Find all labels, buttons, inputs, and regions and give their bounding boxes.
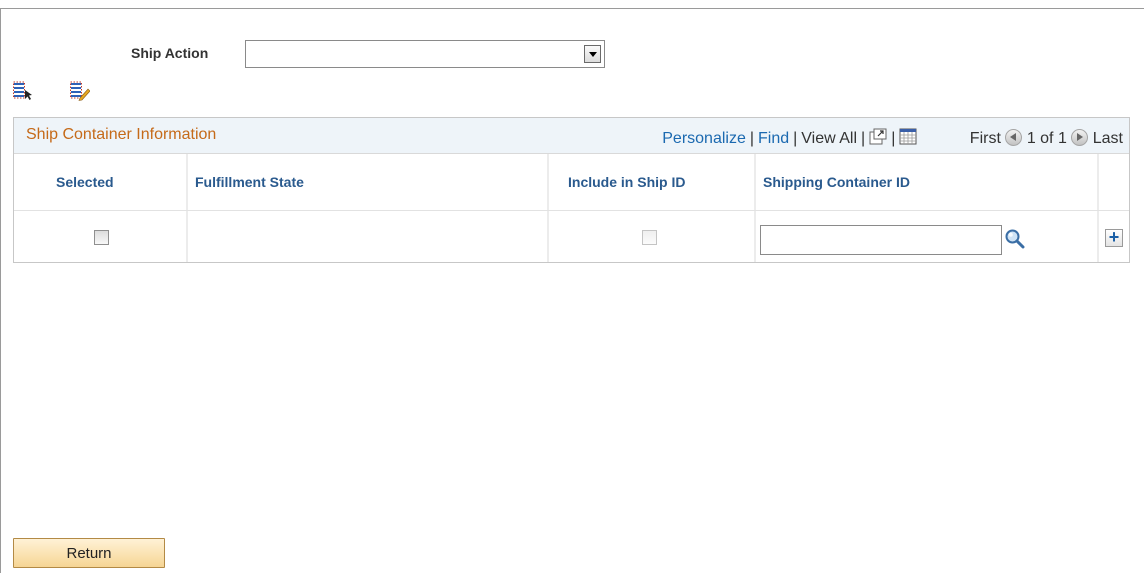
column-header-include-in-ship-id[interactable]: Include in Ship ID xyxy=(568,174,685,190)
chevron-down-icon[interactable] xyxy=(584,45,601,63)
ship-container-grid: Ship Container Information Personalize | F… xyxy=(13,117,1130,263)
return-button[interactable]: Return xyxy=(13,538,165,568)
page-top-border xyxy=(0,8,1144,9)
nav-separator: | xyxy=(891,130,896,147)
grid-header-bar: Ship Container Information Personalize | F… xyxy=(14,118,1129,154)
include-in-ship-id-checkbox xyxy=(642,230,657,245)
ship-action-label: Ship Action xyxy=(131,45,209,61)
grid-title: Ship Container Information xyxy=(26,126,217,143)
nav-separator: | xyxy=(861,130,866,147)
view-all-link[interactable]: View All xyxy=(801,130,857,147)
column-header-fulfillment-state[interactable]: Fulfillment State xyxy=(195,174,304,190)
add-row-icon[interactable]: + xyxy=(1105,228,1123,247)
nav-separator: | xyxy=(793,130,798,147)
next-icon[interactable] xyxy=(1071,129,1089,146)
grid-navigation: Personalize | Find | View All | | First 1 of … xyxy=(662,128,1123,148)
previous-icon[interactable] xyxy=(1005,129,1023,146)
ship-action-dropdown[interactable] xyxy=(245,40,605,68)
search-icon[interactable] xyxy=(1004,228,1026,250)
find-link[interactable]: Find xyxy=(758,130,789,147)
nav-separator: | xyxy=(749,130,755,147)
column-header-row: Selected Fulfillment State Include in Sh… xyxy=(14,154,1129,210)
page-info: 1 of 1 xyxy=(1026,130,1067,147)
download-spreadsheet-icon[interactable] xyxy=(899,128,917,145)
column-header-shipping-container-id[interactable]: Shipping Container ID xyxy=(763,174,910,190)
new-window-icon[interactable] xyxy=(869,128,887,145)
first-label: First xyxy=(969,130,1001,147)
column-header-selected[interactable]: Selected xyxy=(56,174,114,190)
personalize-link[interactable]: Personalize xyxy=(662,130,746,147)
table-row: + xyxy=(14,210,1129,262)
deselect-all-icon[interactable] xyxy=(70,81,90,101)
selected-checkbox[interactable] xyxy=(94,230,109,245)
shipping-container-id-input[interactable] xyxy=(760,225,1002,255)
select-all-icon[interactable] xyxy=(13,81,33,101)
last-label: Last xyxy=(1092,130,1123,147)
page-left-border xyxy=(0,8,1,573)
